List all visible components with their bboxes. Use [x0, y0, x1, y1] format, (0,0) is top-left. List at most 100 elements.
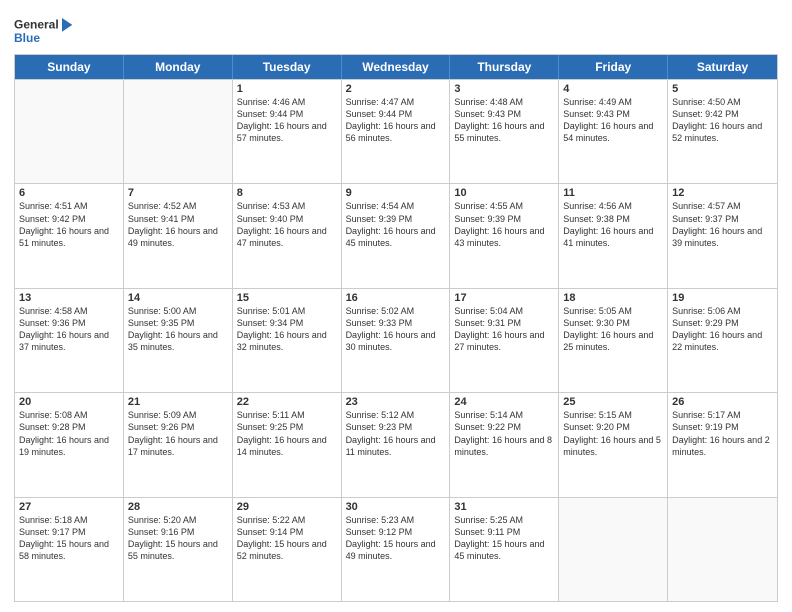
day-info-9: Sunrise: 4:54 AMSunset: 9:39 PMDaylight:…	[346, 200, 446, 249]
day-18: 18Sunrise: 5:05 AMSunset: 9:30 PMDayligh…	[559, 289, 668, 392]
day-number-17: 17	[454, 292, 554, 304]
day-number-2: 2	[346, 83, 446, 95]
day-number-13: 13	[19, 292, 119, 304]
day-number-27: 27	[19, 501, 119, 513]
day-info-13: Sunrise: 4:58 AMSunset: 9:36 PMDaylight:…	[19, 305, 119, 354]
day-info-7: Sunrise: 4:52 AMSunset: 9:41 PMDaylight:…	[128, 200, 228, 249]
header-day-friday: Friday	[559, 55, 668, 79]
day-number-20: 20	[19, 396, 119, 408]
day-14: 14Sunrise: 5:00 AMSunset: 9:35 PMDayligh…	[124, 289, 233, 392]
day-number-29: 29	[237, 501, 337, 513]
week-5: 27Sunrise: 5:18 AMSunset: 9:17 PMDayligh…	[15, 497, 777, 601]
day-number-23: 23	[346, 396, 446, 408]
day-info-31: Sunrise: 5:25 AMSunset: 9:11 PMDaylight:…	[454, 514, 554, 563]
day-info-14: Sunrise: 5:00 AMSunset: 9:35 PMDaylight:…	[128, 305, 228, 354]
day-31: 31Sunrise: 5:25 AMSunset: 9:11 PMDayligh…	[450, 498, 559, 601]
day-number-11: 11	[563, 187, 663, 199]
day-info-18: Sunrise: 5:05 AMSunset: 9:30 PMDaylight:…	[563, 305, 663, 354]
day-number-6: 6	[19, 187, 119, 199]
day-21: 21Sunrise: 5:09 AMSunset: 9:26 PMDayligh…	[124, 393, 233, 496]
logo: General Blue	[14, 12, 74, 48]
day-info-10: Sunrise: 4:55 AMSunset: 9:39 PMDaylight:…	[454, 200, 554, 249]
day-number-30: 30	[346, 501, 446, 513]
header-day-saturday: Saturday	[668, 55, 777, 79]
day-1: 1Sunrise: 4:46 AMSunset: 9:44 PMDaylight…	[233, 80, 342, 183]
header-day-sunday: Sunday	[15, 55, 124, 79]
day-info-22: Sunrise: 5:11 AMSunset: 9:25 PMDaylight:…	[237, 409, 337, 458]
day-12: 12Sunrise: 4:57 AMSunset: 9:37 PMDayligh…	[668, 184, 777, 287]
empty-cell-w0-d1	[124, 80, 233, 183]
day-number-1: 1	[237, 83, 337, 95]
day-number-16: 16	[346, 292, 446, 304]
header-day-thursday: Thursday	[450, 55, 559, 79]
day-info-12: Sunrise: 4:57 AMSunset: 9:37 PMDaylight:…	[672, 200, 773, 249]
day-15: 15Sunrise: 5:01 AMSunset: 9:34 PMDayligh…	[233, 289, 342, 392]
day-info-27: Sunrise: 5:18 AMSunset: 9:17 PMDaylight:…	[19, 514, 119, 563]
day-2: 2Sunrise: 4:47 AMSunset: 9:44 PMDaylight…	[342, 80, 451, 183]
day-info-28: Sunrise: 5:20 AMSunset: 9:16 PMDaylight:…	[128, 514, 228, 563]
day-27: 27Sunrise: 5:18 AMSunset: 9:17 PMDayligh…	[15, 498, 124, 601]
day-23: 23Sunrise: 5:12 AMSunset: 9:23 PMDayligh…	[342, 393, 451, 496]
day-info-25: Sunrise: 5:15 AMSunset: 9:20 PMDaylight:…	[563, 409, 663, 458]
day-number-15: 15	[237, 292, 337, 304]
empty-cell-w4-d6	[668, 498, 777, 601]
day-10: 10Sunrise: 4:55 AMSunset: 9:39 PMDayligh…	[450, 184, 559, 287]
day-number-12: 12	[672, 187, 773, 199]
day-info-11: Sunrise: 4:56 AMSunset: 9:38 PMDaylight:…	[563, 200, 663, 249]
day-number-31: 31	[454, 501, 554, 513]
day-number-25: 25	[563, 396, 663, 408]
day-3: 3Sunrise: 4:48 AMSunset: 9:43 PMDaylight…	[450, 80, 559, 183]
day-number-21: 21	[128, 396, 228, 408]
day-info-21: Sunrise: 5:09 AMSunset: 9:26 PMDaylight:…	[128, 409, 228, 458]
day-number-8: 8	[237, 187, 337, 199]
day-info-2: Sunrise: 4:47 AMSunset: 9:44 PMDaylight:…	[346, 96, 446, 145]
day-number-19: 19	[672, 292, 773, 304]
header-day-wednesday: Wednesday	[342, 55, 451, 79]
day-number-22: 22	[237, 396, 337, 408]
day-13: 13Sunrise: 4:58 AMSunset: 9:36 PMDayligh…	[15, 289, 124, 392]
day-info-6: Sunrise: 4:51 AMSunset: 9:42 PMDaylight:…	[19, 200, 119, 249]
day-info-4: Sunrise: 4:49 AMSunset: 9:43 PMDaylight:…	[563, 96, 663, 145]
day-info-17: Sunrise: 5:04 AMSunset: 9:31 PMDaylight:…	[454, 305, 554, 354]
day-number-14: 14	[128, 292, 228, 304]
day-4: 4Sunrise: 4:49 AMSunset: 9:43 PMDaylight…	[559, 80, 668, 183]
svg-text:Blue: Blue	[14, 31, 40, 45]
day-19: 19Sunrise: 5:06 AMSunset: 9:29 PMDayligh…	[668, 289, 777, 392]
empty-cell-w4-d5	[559, 498, 668, 601]
day-29: 29Sunrise: 5:22 AMSunset: 9:14 PMDayligh…	[233, 498, 342, 601]
day-info-20: Sunrise: 5:08 AMSunset: 9:28 PMDaylight:…	[19, 409, 119, 458]
day-info-16: Sunrise: 5:02 AMSunset: 9:33 PMDaylight:…	[346, 305, 446, 354]
day-25: 25Sunrise: 5:15 AMSunset: 9:20 PMDayligh…	[559, 393, 668, 496]
day-info-26: Sunrise: 5:17 AMSunset: 9:19 PMDaylight:…	[672, 409, 773, 458]
day-info-8: Sunrise: 4:53 AMSunset: 9:40 PMDaylight:…	[237, 200, 337, 249]
day-20: 20Sunrise: 5:08 AMSunset: 9:28 PMDayligh…	[15, 393, 124, 496]
day-info-19: Sunrise: 5:06 AMSunset: 9:29 PMDaylight:…	[672, 305, 773, 354]
day-number-28: 28	[128, 501, 228, 513]
calendar-body: 1Sunrise: 4:46 AMSunset: 9:44 PMDaylight…	[15, 79, 777, 601]
day-number-4: 4	[563, 83, 663, 95]
day-number-24: 24	[454, 396, 554, 408]
day-8: 8Sunrise: 4:53 AMSunset: 9:40 PMDaylight…	[233, 184, 342, 287]
day-26: 26Sunrise: 5:17 AMSunset: 9:19 PMDayligh…	[668, 393, 777, 496]
day-11: 11Sunrise: 4:56 AMSunset: 9:38 PMDayligh…	[559, 184, 668, 287]
week-2: 6Sunrise: 4:51 AMSunset: 9:42 PMDaylight…	[15, 183, 777, 287]
logo-svg: General Blue	[14, 12, 74, 48]
header-day-tuesday: Tuesday	[233, 55, 342, 79]
day-28: 28Sunrise: 5:20 AMSunset: 9:16 PMDayligh…	[124, 498, 233, 601]
day-info-24: Sunrise: 5:14 AMSunset: 9:22 PMDaylight:…	[454, 409, 554, 458]
day-22: 22Sunrise: 5:11 AMSunset: 9:25 PMDayligh…	[233, 393, 342, 496]
day-6: 6Sunrise: 4:51 AMSunset: 9:42 PMDaylight…	[15, 184, 124, 287]
day-number-10: 10	[454, 187, 554, 199]
day-number-3: 3	[454, 83, 554, 95]
week-4: 20Sunrise: 5:08 AMSunset: 9:28 PMDayligh…	[15, 392, 777, 496]
day-info-15: Sunrise: 5:01 AMSunset: 9:34 PMDaylight:…	[237, 305, 337, 354]
svg-text:General: General	[14, 17, 59, 31]
day-info-3: Sunrise: 4:48 AMSunset: 9:43 PMDaylight:…	[454, 96, 554, 145]
week-1: 1Sunrise: 4:46 AMSunset: 9:44 PMDaylight…	[15, 79, 777, 183]
day-number-9: 9	[346, 187, 446, 199]
day-17: 17Sunrise: 5:04 AMSunset: 9:31 PMDayligh…	[450, 289, 559, 392]
day-30: 30Sunrise: 5:23 AMSunset: 9:12 PMDayligh…	[342, 498, 451, 601]
day-16: 16Sunrise: 5:02 AMSunset: 9:33 PMDayligh…	[342, 289, 451, 392]
day-info-1: Sunrise: 4:46 AMSunset: 9:44 PMDaylight:…	[237, 96, 337, 145]
header: General Blue	[14, 12, 778, 48]
